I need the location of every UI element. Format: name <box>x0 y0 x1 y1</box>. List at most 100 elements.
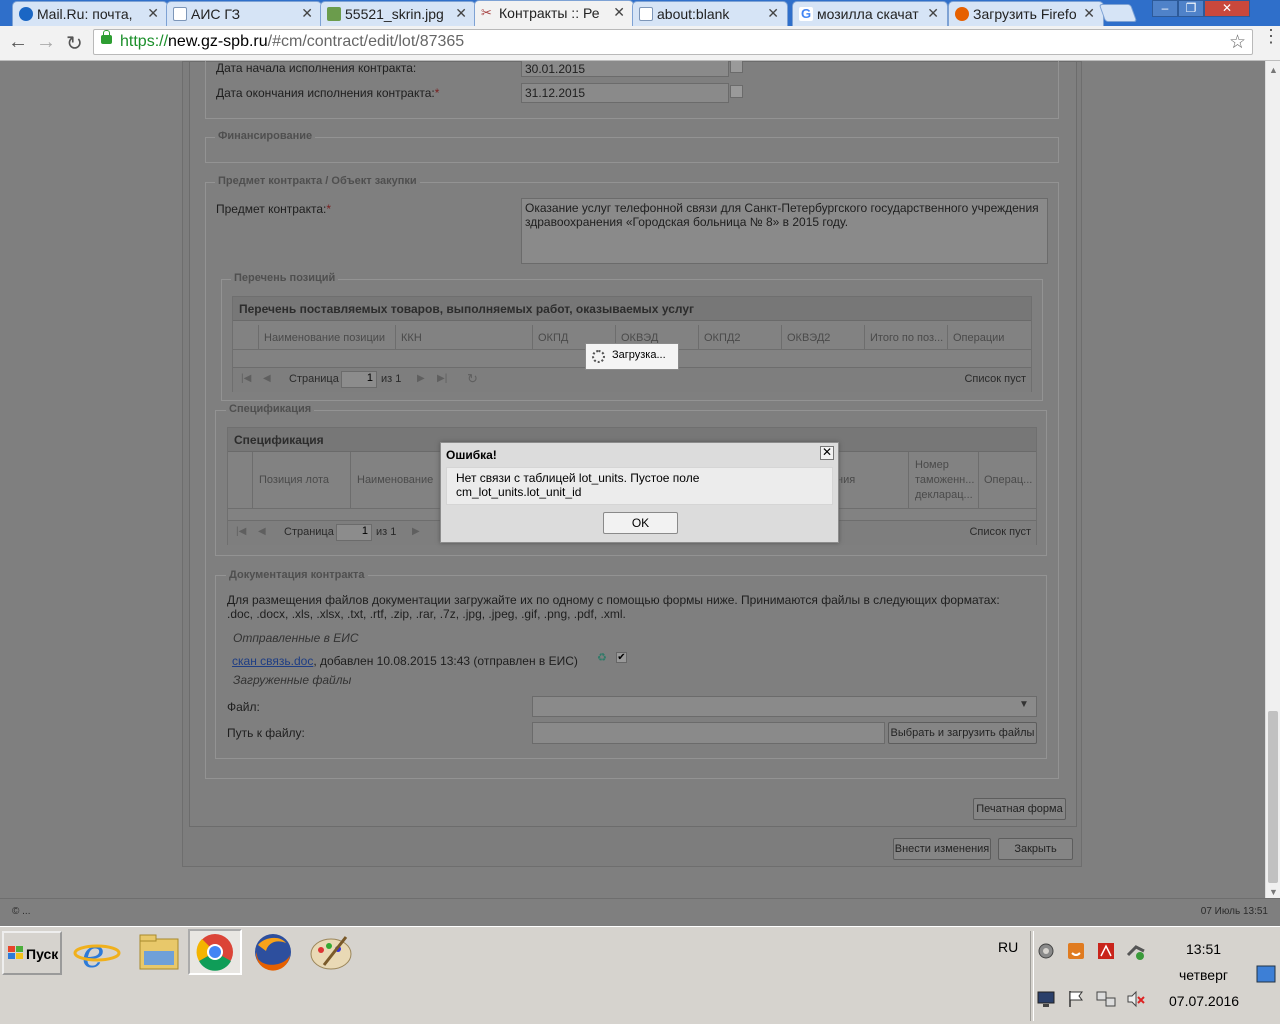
forward-icon[interactable]: → <box>36 31 56 54</box>
column-header[interactable]: ОКПД <box>538 332 568 344</box>
firefox-app-icon[interactable] <box>246 929 300 975</box>
prev-page-icon[interactable]: ◀ <box>258 526 266 537</box>
calendar-icon[interactable] <box>730 61 743 73</box>
browser-tab-strip: Mail.Ru: почта, ✕ АИС ГЗ ✕ 55521_skrin.j… <box>0 0 1280 26</box>
refresh-icon[interactable]: ↻ <box>467 371 478 387</box>
clock-time[interactable]: 13:51 <box>1186 941 1221 957</box>
close-icon[interactable]: ✕ <box>767 5 779 22</box>
next-page-icon[interactable]: ▶ <box>417 373 425 384</box>
tray-separator <box>1030 931 1034 1021</box>
close-icon[interactable]: ✕ <box>301 5 313 22</box>
address-bar[interactable]: https://new.gz-spb.ru/#cm/contract/edit/… <box>93 29 1253 55</box>
column-divider <box>908 452 909 508</box>
print-form-button[interactable]: Печатная форма <box>973 798 1066 820</box>
calendar-icon[interactable] <box>730 85 743 98</box>
end-date-input[interactable]: 31.12.2015 <box>521 83 729 103</box>
pager-empty: Список пуст <box>969 526 1031 538</box>
page-number-input[interactable]: 1 <box>341 371 377 388</box>
monitor-icon[interactable] <box>1036 989 1056 1009</box>
desktop-icon[interactable] <box>1256 965 1276 983</box>
new-tab-button[interactable] <box>1098 4 1138 22</box>
network-update-icon[interactable] <box>1126 941 1146 961</box>
next-page-icon[interactable]: ▶ <box>412 526 420 537</box>
menu-icon[interactable]: ⋮ <box>1262 27 1280 45</box>
page-number-input[interactable]: 1 <box>336 524 372 541</box>
column-header[interactable]: Итого по поз... <box>870 332 943 344</box>
page-scrollbar[interactable]: ▲ ▼ <box>1265 61 1280 898</box>
dialog-message: Нет связи с таблицей lot_units. Пустое п… <box>456 471 699 499</box>
first-page-icon[interactable]: |◀ <box>241 373 251 384</box>
java-icon[interactable] <box>1066 941 1086 961</box>
close-icon[interactable]: ✕ <box>820 446 834 460</box>
close-form-button[interactable]: Закрыть <box>998 838 1073 860</box>
close-icon[interactable]: ✕ <box>455 5 467 22</box>
minimize-button[interactable]: – <box>1152 0 1178 17</box>
close-icon[interactable]: ✕ <box>147 5 159 22</box>
sent-checkbox[interactable]: ✔ <box>616 652 627 663</box>
browser-toolbar: ← → ↻ https://new.gz-spb.ru/#cm/contract… <box>0 26 1280 61</box>
internet-explorer-icon[interactable]: e <box>70 929 124 976</box>
column-divider <box>864 325 865 349</box>
column-header[interactable]: Наименование <box>357 474 433 486</box>
url-text[interactable]: https://new.gz-spb.ru/#cm/contract/edit/… <box>120 33 464 51</box>
column-header[interactable]: Операции <box>953 332 1004 344</box>
first-page-icon[interactable]: |◀ <box>236 526 246 537</box>
scroll-thumb[interactable] <box>1268 711 1278 883</box>
scroll-down-icon[interactable]: ▼ <box>1269 887 1278 897</box>
pager-label: Страница <box>284 526 334 538</box>
column-header[interactable]: Номер таможенн... декларац... <box>915 458 977 503</box>
column-divider <box>947 325 948 349</box>
scroll-up-icon[interactable]: ▲ <box>1269 65 1278 75</box>
folder-icon[interactable] <box>132 929 186 975</box>
reload-icon[interactable]: ↻ <box>66 31 83 56</box>
start-date-input[interactable]: 30.01.2015 <box>521 61 729 77</box>
tab-title: 55521_skrin.jpg <box>345 6 444 22</box>
column-header[interactable]: ККН <box>401 332 422 344</box>
language-indicator[interactable]: RU <box>998 939 1018 955</box>
column-header[interactable]: ния <box>837 474 855 486</box>
tab-about-blank[interactable]: about:blank ✕ <box>632 1 788 26</box>
tab-image[interactable]: 55521_skrin.jpg ✕ <box>320 1 476 26</box>
file-link[interactable]: скан связь.doc <box>232 654 313 668</box>
subject-textarea[interactable]: Оказание услуг телефонной связи для Санк… <box>521 198 1048 264</box>
file-select[interactable] <box>532 696 1037 717</box>
tab-ais-gz[interactable]: АИС ГЗ ✕ <box>166 1 322 26</box>
choose-upload-button[interactable]: Выбрать и загрузить файлы <box>888 722 1037 744</box>
path-input[interactable] <box>532 722 885 744</box>
ok-button[interactable]: OK <box>603 512 678 534</box>
column-header[interactable]: Наименование позиции <box>264 332 385 344</box>
prev-page-icon[interactable]: ◀ <box>263 373 271 384</box>
paint-icon[interactable] <box>304 929 358 975</box>
chrome-icon[interactable] <box>188 929 242 975</box>
flag-icon[interactable] <box>1066 989 1086 1009</box>
image-icon <box>327 7 341 21</box>
adobe-reader-icon[interactable] <box>1096 941 1116 961</box>
back-icon[interactable]: ← <box>8 31 28 54</box>
restore-button[interactable]: ❐ <box>1178 0 1204 17</box>
tab-mailru[interactable]: Mail.Ru: почта, ✕ <box>12 1 168 26</box>
svg-text:e: e <box>82 932 105 975</box>
column-header[interactable]: Операц... <box>984 474 1032 486</box>
save-changes-button[interactable]: Внести изменения <box>893 838 991 860</box>
column-header[interactable]: ОКВЭД2 <box>787 332 830 344</box>
bookmark-star-icon[interactable]: ☆ <box>1229 31 1246 54</box>
close-icon[interactable]: ✕ <box>1083 5 1095 22</box>
chevron-down-icon[interactable]: ▼ <box>1019 699 1029 710</box>
column-header[interactable]: ОКПД2 <box>704 332 740 344</box>
close-icon[interactable]: ✕ <box>927 5 939 22</box>
tab-contracts[interactable]: ✂ Контракты :: Ре ✕ <box>474 0 634 26</box>
start-button[interactable]: Пуск <box>2 931 62 975</box>
file-info: , добавлен 10.08.2015 13:43 (отправлен в… <box>313 654 578 668</box>
tab-google[interactable]: G мозилла скачат ✕ <box>792 1 948 26</box>
last-page-icon[interactable]: ▶| <box>437 373 447 384</box>
pager-empty: Список пуст <box>964 373 1026 385</box>
column-header[interactable]: Позиция лота <box>259 474 329 486</box>
close-icon[interactable]: ✕ <box>613 4 625 21</box>
financing-legend[interactable]: Финансирование <box>215 130 316 142</box>
window-close-button[interactable]: ✕ <box>1204 0 1250 17</box>
volume-muted-icon[interactable] <box>1126 989 1146 1009</box>
network-icon[interactable] <box>1096 989 1116 1009</box>
recycle-icon[interactable]: ♻ <box>597 651 609 664</box>
settings-tray-icon[interactable] <box>1036 941 1056 961</box>
tab-firefox[interactable]: Загрузить Firefo ✕ <box>948 1 1104 26</box>
